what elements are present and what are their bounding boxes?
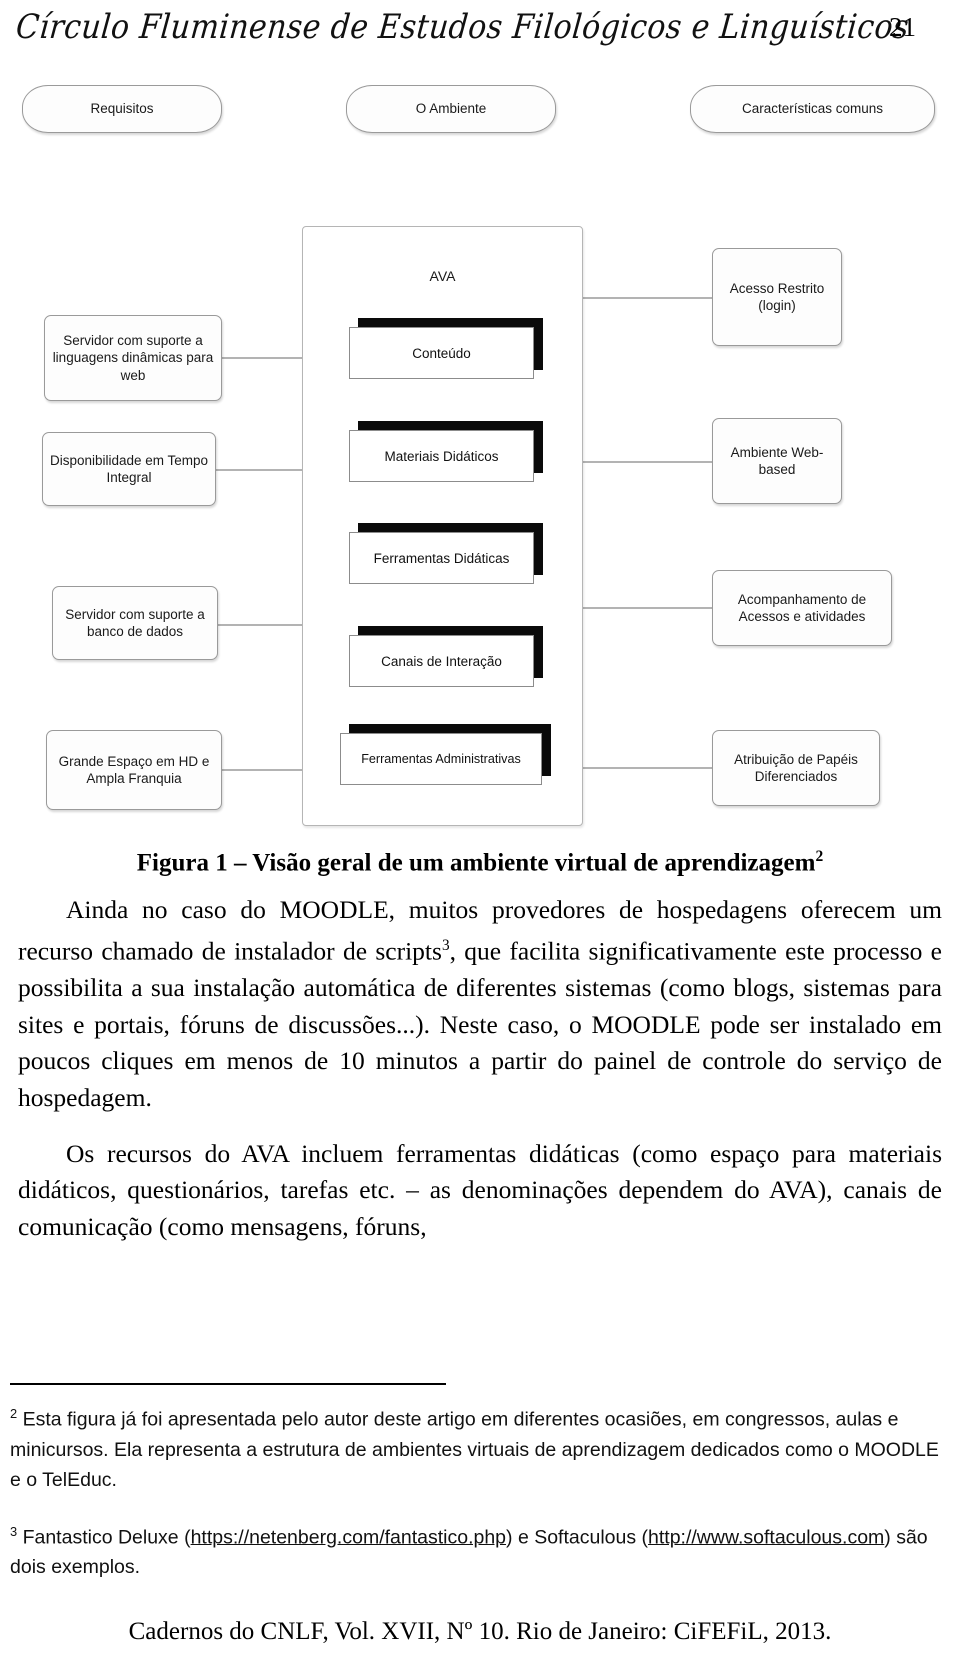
node-label: Ferramentas Administrativas <box>361 752 521 766</box>
running-head: Círculo Fluminense de Estudos Filológico… <box>14 8 942 54</box>
footnote-3-link-fantastico[interactable]: https://netenberg.com/fantastico.php <box>191 1526 506 1548</box>
footnotes: 2 Esta figura já foi apresentada pelo au… <box>10 1399 940 1582</box>
right-node-acompanhamento: Acompanhamento de Acessos e atividades <box>712 570 892 646</box>
center-node-ferramentas-didaticas: Ferramentas Didáticas <box>349 532 534 584</box>
node-label: Grande Espaço em HD e Ampla Franquia <box>58 753 210 786</box>
journal-title: Círculo Fluminense de Estudos Filológico… <box>14 8 911 48</box>
center-node-ferramentas-administrativas: Ferramentas Administrativas <box>340 733 542 785</box>
figure-caption-text: Figura 1 – Visão geral de um ambiente vi… <box>136 849 816 877</box>
figure-header-requisitos: Requisitos <box>22 85 222 133</box>
node-label: Acompanhamento de Acessos e atividades <box>737 591 867 624</box>
paragraph-2: Os recursos do AVA incluem ferramentas d… <box>18 1138 942 1241</box>
center-node-canais-interacao: Canais de Interação <box>349 635 534 687</box>
paragraph-1: Ainda no caso do MOODLE, muitos provedor… <box>18 892 942 1116</box>
figure-header-label: Requisitos <box>90 101 154 117</box>
footnote-3-mid: ) e Softaculous ( <box>506 1526 649 1548</box>
node-label: Servidor com suporte a linguagens dinâmi… <box>52 333 214 383</box>
node-label: Ferramentas Didáticas <box>373 550 510 566</box>
left-node-disponibilidade: Disponibilidade em Tempo Integral <box>42 432 216 506</box>
node-label: Canais de Interação <box>381 653 502 669</box>
body-text: Ainda no caso do MOODLE, muitos provedor… <box>18 892 942 1245</box>
node-label: Servidor com suporte a banco de dados <box>65 606 205 639</box>
node-label: Acesso Restrito (login) <box>729 280 825 313</box>
footnote-3-pre: Fantastico Deluxe ( <box>22 1526 191 1548</box>
figure-caption: Figura 1 – Visão geral de um ambiente vi… <box>0 848 960 877</box>
colophon: Cadernos do CNLF, Vol. XVII, Nº 10. Rio … <box>128 1618 832 1645</box>
left-node-espaco-hd: Grande Espaço em HD e Ampla Franquia <box>46 730 222 810</box>
footnote-3: 3 Fantastico Deluxe (https://netenberg.c… <box>10 1517 940 1583</box>
footnote-3-link-softaculous[interactable]: http://www.softaculous.com <box>648 1526 884 1548</box>
figure-header-caracteristicas: Características comuns <box>690 85 935 133</box>
figure-header-label: Características comuns <box>741 101 884 117</box>
page-number: 21 <box>889 12 916 42</box>
footnote-2-text: Esta figura já foi apresentada pelo auto… <box>10 1408 939 1491</box>
node-label: Conteúdo <box>412 345 471 361</box>
center-node-conteudo: Conteúdo <box>349 327 534 379</box>
node-label: Ambiente Web-based <box>730 444 824 477</box>
right-node-ambiente-webbased: Ambiente Web-based <box>712 418 842 504</box>
footnote-separator-rule <box>10 1383 446 1385</box>
left-node-servidor-banco: Servidor com suporte a banco de dados <box>52 586 218 660</box>
figure-header-label: O Ambiente <box>415 101 487 117</box>
node-label: Atribuição de Papéis Diferenciados <box>734 751 858 784</box>
right-node-atribuicao-papeis: Atribuição de Papéis Diferenciados <box>712 730 880 806</box>
footnote-3-marker: 3 <box>10 1523 18 1539</box>
node-label: Materiais Didáticos <box>384 448 499 464</box>
right-node-acesso-restrito: Acesso Restrito (login) <box>712 248 842 346</box>
center-node-materiais-didaticos: Materiais Didáticos <box>349 430 534 482</box>
footnote-2-marker: 2 <box>10 1406 18 1421</box>
paragraph-1-footnote-marker: 3 <box>441 937 450 955</box>
footnote-2: 2 Esta figura já foi apresentada pelo au… <box>10 1399 940 1495</box>
node-label: Disponibilidade em Tempo Integral <box>49 452 209 485</box>
figure-diagram: Requisitos O Ambiente Características co… <box>0 70 960 840</box>
figure-header-ambiente: O Ambiente <box>346 85 556 133</box>
figure-caption-footnote-marker: 2 <box>815 848 824 865</box>
left-node-servidor-linguagens: Servidor com suporte a linguagens dinâmi… <box>44 315 222 401</box>
ava-label: AVA <box>429 268 456 284</box>
